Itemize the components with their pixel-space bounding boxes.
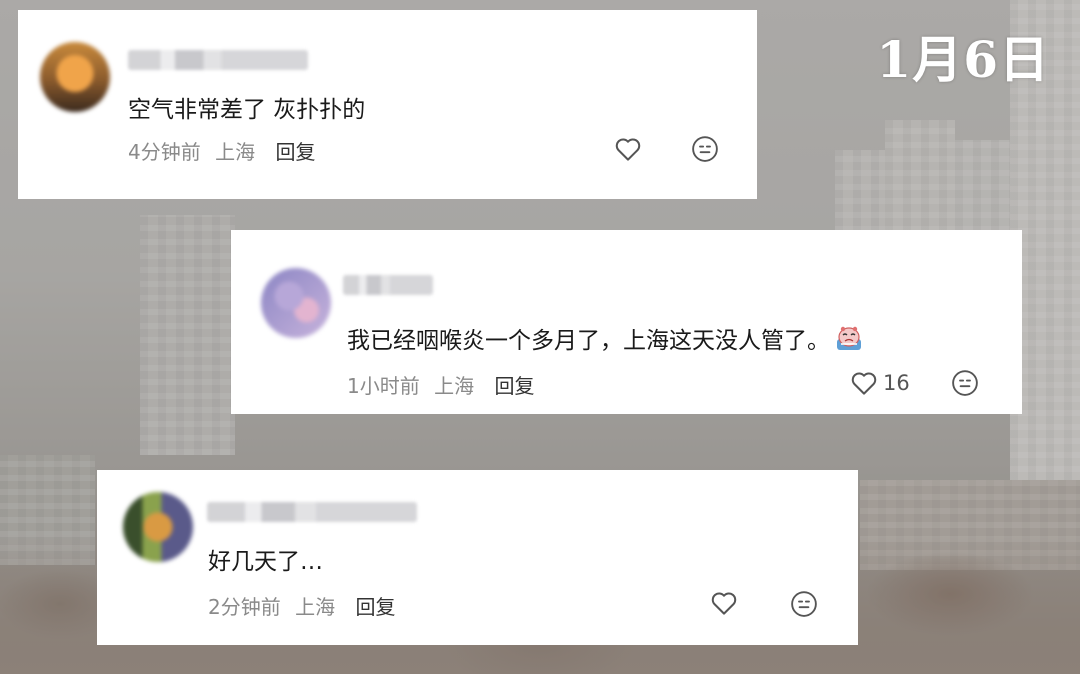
comment-time: 2分钟前: [208, 595, 281, 619]
avatar[interactable]: [261, 268, 331, 338]
heart-outline-icon: [711, 592, 737, 615]
comment-location: 上海: [215, 140, 256, 164]
username-blurred[interactable]: [343, 275, 433, 295]
react-button[interactable]: [950, 368, 980, 402]
crying-face-emoji-icon: [837, 326, 861, 350]
react-button[interactable]: [690, 134, 720, 168]
comment-card: 我已经咽喉炎一个多月了，上海这天没人管了。 1小时前 上海 回复 16: [231, 230, 1022, 414]
avatar[interactable]: [40, 42, 110, 112]
comment-meta: 4分钟前 上海 回复: [128, 136, 315, 165]
comment-meta: 1小时前 上海 回复: [347, 370, 534, 399]
comment-meta: 2分钟前 上海 回复: [208, 591, 395, 620]
comment-location: 上海: [295, 595, 336, 619]
reply-button[interactable]: 回复: [275, 140, 315, 164]
emoji-smile-icon: [692, 136, 718, 162]
comment-text: 我已经咽喉炎一个多月了，上海这天没人管了。: [347, 328, 830, 354]
comment-text-row: 我已经咽喉炎一个多月了，上海这天没人管了。: [347, 321, 864, 355]
like-button[interactable]: 16: [849, 368, 910, 398]
reply-button[interactable]: 回复: [494, 374, 534, 398]
react-button[interactable]: [789, 589, 819, 623]
emoji-smile-icon: [791, 591, 817, 617]
like-button[interactable]: [613, 134, 647, 164]
reply-button[interactable]: 回复: [355, 595, 395, 619]
comment-text: 空气非常差了 灰扑扑的: [128, 97, 366, 123]
heart-outline-icon: [615, 138, 641, 161]
comment-time: 1小时前: [347, 374, 420, 398]
like-button[interactable]: [709, 588, 743, 618]
comment-time: 4分钟前: [128, 140, 201, 164]
comment-card: 好几天了… 2分钟前 上海 回复: [97, 470, 858, 645]
like-count: 16: [883, 371, 910, 395]
date-stamp: 1月6日: [876, 30, 1050, 89]
comment-text: 好几天了…: [208, 549, 323, 575]
heart-outline-icon: [851, 372, 877, 395]
username-blurred[interactable]: [207, 502, 417, 522]
comment-location: 上海: [434, 374, 475, 398]
comment-card: 空气非常差了 灰扑扑的 4分钟前 上海 回复: [18, 10, 757, 199]
emoji-smile-icon: [952, 370, 978, 396]
avatar[interactable]: [123, 492, 193, 562]
username-blurred[interactable]: [128, 50, 308, 70]
